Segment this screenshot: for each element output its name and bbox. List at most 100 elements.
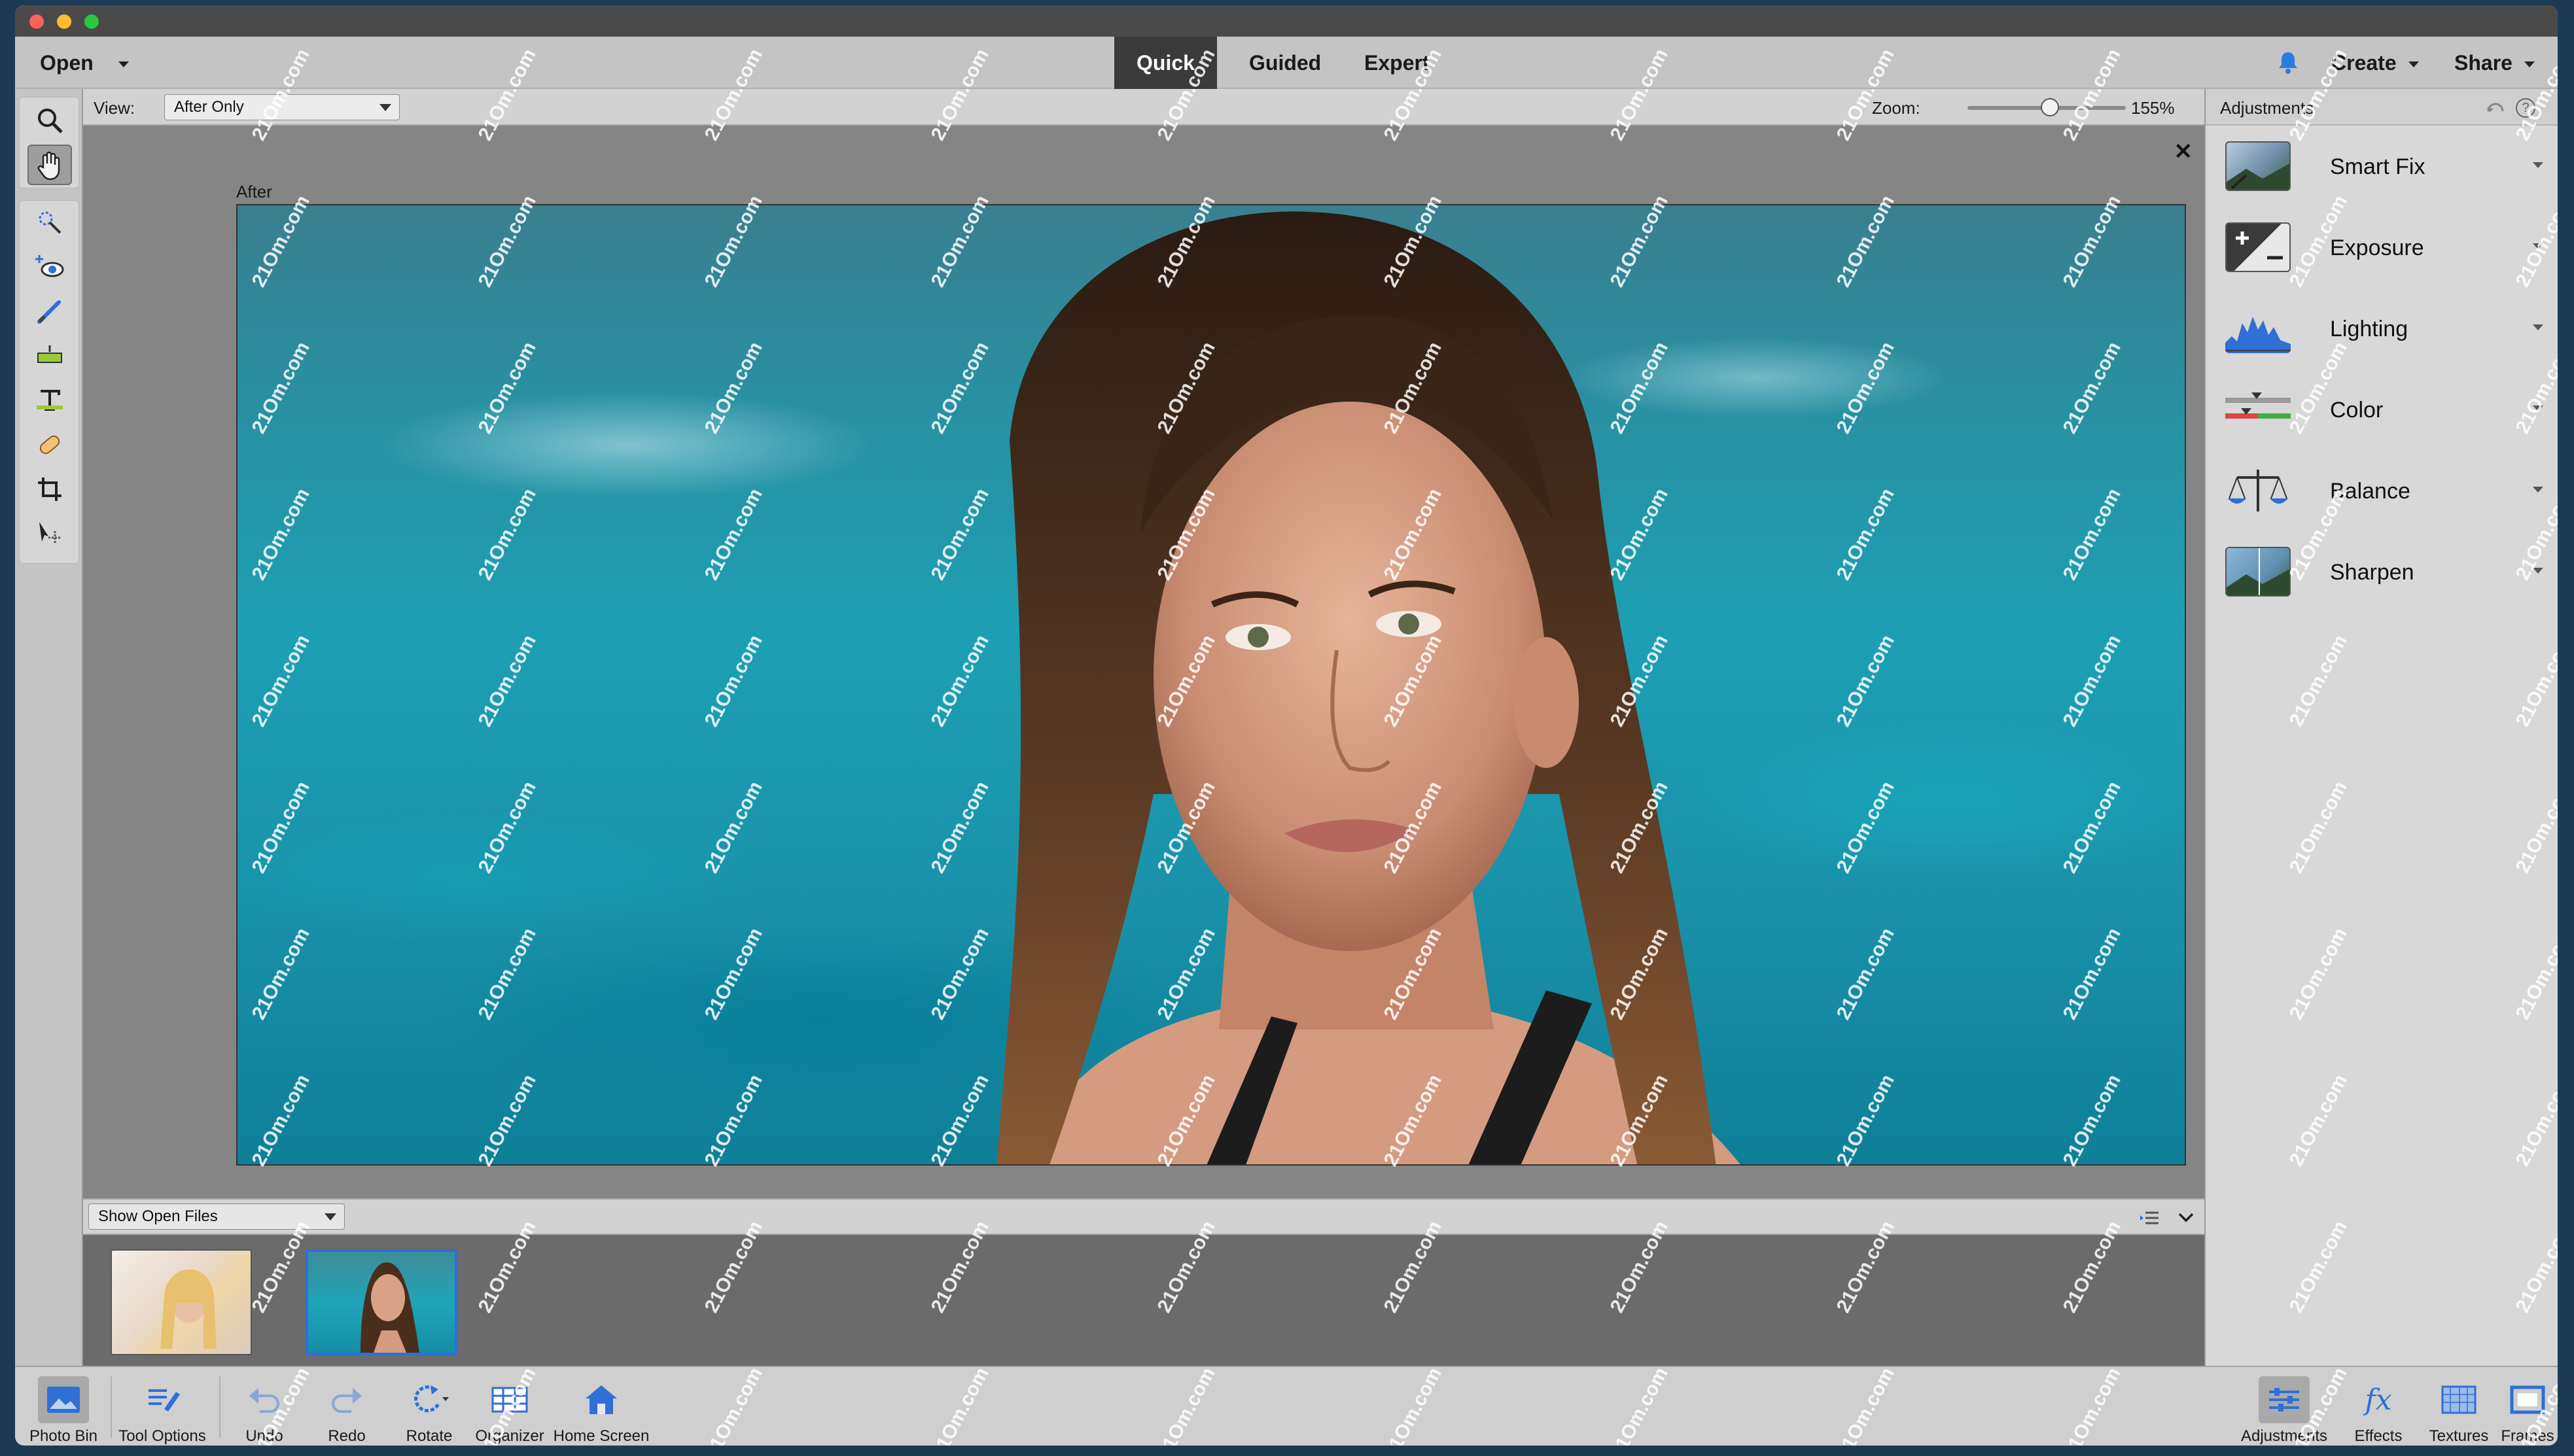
type-icon xyxy=(37,390,63,411)
chevron-down-icon xyxy=(379,104,391,111)
zoom-slider-handle[interactable] xyxy=(2040,98,2059,116)
straighten-tool[interactable] xyxy=(27,336,72,376)
after-caption: After xyxy=(236,182,272,201)
menu-bar: Open Quick Guided Expert Create Share xyxy=(15,37,2558,89)
close-icon[interactable]: ✕ xyxy=(2174,139,2193,165)
zoom-tool[interactable] xyxy=(27,100,72,141)
chevron-down-icon xyxy=(2533,568,2543,574)
portrait-photo xyxy=(996,211,1740,1164)
chevron-down-icon xyxy=(118,61,129,68)
collapse-chevron-icon[interactable] xyxy=(2177,1210,2195,1226)
document-image[interactable] xyxy=(236,204,2186,1166)
undo-button[interactable]: Undo xyxy=(228,1367,300,1446)
histogram-icon xyxy=(2225,303,2291,353)
adjustments-panel-button[interactable]: Adjustments xyxy=(2238,1367,2330,1446)
zoom-window-button[interactable] xyxy=(84,14,99,29)
photo-bin-button[interactable]: Photo Bin xyxy=(26,1367,101,1446)
bandage-icon xyxy=(39,435,60,455)
tool-options-label: Tool Options xyxy=(118,1427,206,1445)
home-icon xyxy=(576,1376,627,1423)
canvas-area: After ✕ xyxy=(83,126,2204,1198)
notification-bell-icon[interactable] xyxy=(2275,50,2301,76)
create-menu[interactable]: Create xyxy=(2331,37,2419,89)
adjustments-panel-title: Adjustments xyxy=(2220,98,2314,118)
home-screen-button[interactable]: Home Screen xyxy=(550,1367,652,1446)
spot-healing-tool[interactable] xyxy=(27,425,72,465)
minimize-window-button[interactable] xyxy=(57,14,71,29)
frames-label: Frames xyxy=(2501,1427,2554,1445)
undo-label: Undo xyxy=(245,1427,283,1445)
effects-panel-button[interactable]: fx Effects xyxy=(2344,1367,2412,1446)
quick-selection-icon xyxy=(39,211,62,234)
quick-selection-tool[interactable] xyxy=(27,202,72,243)
frames-icon xyxy=(2502,1376,2553,1423)
adjustment-label: Balance xyxy=(2330,479,2410,504)
rotate-label: Rotate xyxy=(406,1427,453,1445)
divider xyxy=(111,1376,112,1438)
adjustment-smart-fix[interactable]: Smart Fix xyxy=(2206,126,2558,207)
help-icon[interactable]: ? xyxy=(2516,98,2535,118)
textures-label: Textures xyxy=(2429,1427,2489,1445)
crop-tool[interactable] xyxy=(27,469,72,510)
redo-button[interactable]: Redo xyxy=(311,1367,383,1446)
textures-icon xyxy=(2433,1376,2484,1423)
chevron-down-icon xyxy=(325,1213,336,1221)
rotate-button[interactable]: Rotate xyxy=(393,1367,465,1446)
chevron-down-icon xyxy=(2524,61,2535,68)
divider xyxy=(219,1376,220,1438)
tab-expert[interactable]: Expert xyxy=(1342,37,1452,89)
move-icon xyxy=(39,522,62,544)
adjustment-label: Exposure xyxy=(2330,235,2424,260)
adjustment-exposure[interactable]: Exposure xyxy=(2206,207,2558,288)
adjustment-balance[interactable]: Balance xyxy=(2206,450,2558,531)
scale-icon xyxy=(2225,466,2291,515)
fx-icon: fx xyxy=(2365,1383,2392,1417)
close-window-button[interactable] xyxy=(29,14,44,29)
text-tool[interactable] xyxy=(27,380,72,421)
adjustment-sharpen[interactable]: Sharpen xyxy=(2206,531,2558,612)
adjustment-lighting[interactable]: Lighting xyxy=(2206,288,2558,369)
tab-guided[interactable]: Guided xyxy=(1227,37,1343,89)
adjustments-label: Adjustments xyxy=(2240,1427,2328,1445)
organizer-button[interactable]: Organizer xyxy=(470,1367,549,1446)
share-menu-label: Share xyxy=(2454,51,2512,75)
adjustment-color[interactable]: Color xyxy=(2206,369,2558,450)
red-eye-tool[interactable] xyxy=(27,247,72,287)
chevron-down-icon xyxy=(2533,243,2543,249)
exposure-icon xyxy=(2225,222,2291,272)
undo-icon xyxy=(239,1376,290,1423)
effects-label: Effects xyxy=(2354,1427,2403,1445)
photo-bin-filter-select[interactable]: Show Open Files xyxy=(88,1204,345,1230)
open-menu-label: Open xyxy=(40,51,94,75)
textures-panel-button[interactable]: Textures xyxy=(2423,1367,2495,1446)
photo-thumbnail-selected[interactable] xyxy=(306,1249,457,1355)
edit-tools-group xyxy=(19,200,79,564)
tool-options-button[interactable]: Tool Options xyxy=(113,1367,211,1446)
whiten-teeth-tool[interactable] xyxy=(27,291,72,332)
photo-bin-label: Photo Bin xyxy=(29,1427,98,1445)
view-select[interactable]: After Only xyxy=(164,94,400,120)
photo-bin-icon xyxy=(38,1376,89,1423)
photo-bin xyxy=(83,1235,2204,1366)
view-tools-group xyxy=(19,97,79,188)
photo-thumbnail[interactable] xyxy=(111,1249,252,1355)
adjustments-panel: Adjustments ? Smart Fix Exposure Lightin… xyxy=(2204,89,2558,1366)
open-menu[interactable]: Open xyxy=(40,37,129,89)
frames-panel-button[interactable]: Frames xyxy=(2497,1367,2558,1446)
chevron-down-icon xyxy=(2533,162,2543,168)
move-tool[interactable] xyxy=(27,513,72,554)
redo-label: Redo xyxy=(328,1427,366,1445)
magnifier-icon xyxy=(38,109,63,133)
share-menu[interactable]: Share xyxy=(2454,37,2535,89)
tool-panel xyxy=(15,89,83,1366)
reset-icon[interactable] xyxy=(2486,98,2505,118)
photo-bin-header: Show Open Files xyxy=(83,1198,2204,1235)
tab-quick[interactable]: Quick xyxy=(1114,37,1217,89)
app-window: Open Quick Guided Expert Create Share Vi… xyxy=(15,5,2558,1446)
crop-icon xyxy=(38,477,62,501)
brush-icon xyxy=(37,300,61,324)
hand-tool[interactable] xyxy=(27,145,72,185)
eye-icon xyxy=(35,255,64,277)
list-options-icon[interactable] xyxy=(2139,1209,2160,1227)
straighten-icon xyxy=(37,345,62,363)
